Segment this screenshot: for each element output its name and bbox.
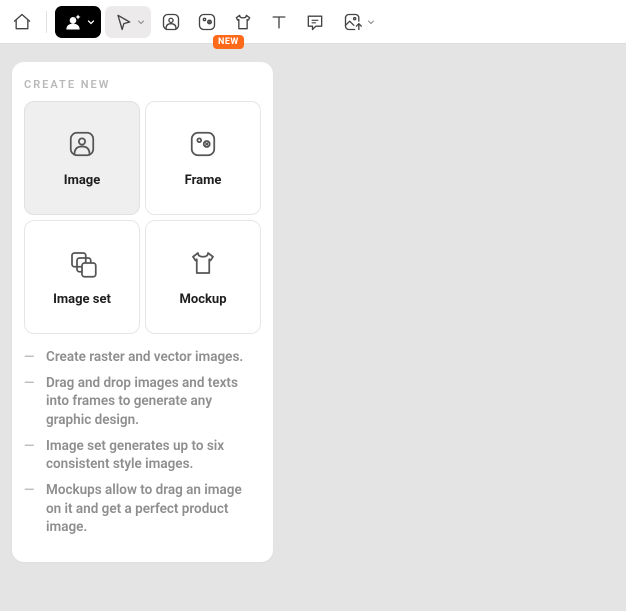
card-label: Frame [185,173,222,188]
tshirt-icon [188,248,218,278]
create-card-image[interactable]: Image [24,101,140,215]
cursor-icon [113,12,133,32]
tip-text: Create raster and vector images. [46,348,243,366]
toolbar: NEW [0,0,626,44]
upload-tool-button[interactable] [335,6,381,38]
tshirt-icon [233,12,253,32]
text-icon [269,12,289,32]
generate-icon [63,12,83,32]
dash-icon: — [24,348,38,366]
create-new-panel: CREATE NEW Image Frame Image set Mockup [12,62,273,562]
dash-icon: — [24,481,38,536]
tip-item: —Mockups allow to drag an image on it an… [24,481,257,536]
create-grid: Image Frame Image set Mockup [24,101,261,334]
create-card-image-set[interactable]: Image set [24,220,140,334]
card-label: Mockup [179,292,226,307]
image-tool-button[interactable] [155,6,187,38]
image-person-icon [67,129,97,159]
generate-tool-button[interactable] [55,6,101,38]
text-tool-button[interactable] [263,6,295,38]
new-badge: NEW [213,35,244,49]
select-tool-button[interactable] [105,6,151,38]
tip-item: — Create raster and vector images. [24,348,257,366]
image-person-icon [161,12,181,32]
panel-title: CREATE NEW [24,74,261,101]
card-label: Image set [53,292,111,307]
dash-icon: — [24,374,38,429]
card-label: Image [64,173,100,188]
dash-icon: — [24,437,38,473]
home-icon [12,12,32,32]
tip-item: —Image set generates up to six consisten… [24,437,257,473]
frame-icon [188,129,218,159]
tips-list: —Create raster and vector images. —Drag … [24,348,261,536]
comment-icon [305,12,325,32]
mockup-tool-button[interactable] [227,6,259,38]
frame-icon [197,12,217,32]
comment-tool-button[interactable] [299,6,331,38]
create-card-frame[interactable]: Frame [145,101,261,215]
image-upload-icon [343,12,363,32]
chevron-down-icon [85,16,97,28]
tip-item: —Drag and drop images and texts into fra… [24,374,257,429]
chevron-down-icon [135,16,147,28]
chevron-down-icon [365,16,377,28]
image-set-icon [67,248,97,278]
tip-text: Image set generates up to six consistent… [46,437,257,473]
tip-text: Drag and drop images and texts into fram… [46,374,257,429]
toolbar-separator [46,11,47,33]
home-button[interactable] [6,6,38,38]
tip-text: Mockups allow to drag an image on it and… [46,481,257,536]
frame-tool-button[interactable] [191,6,223,38]
create-card-mockup[interactable]: Mockup [145,220,261,334]
